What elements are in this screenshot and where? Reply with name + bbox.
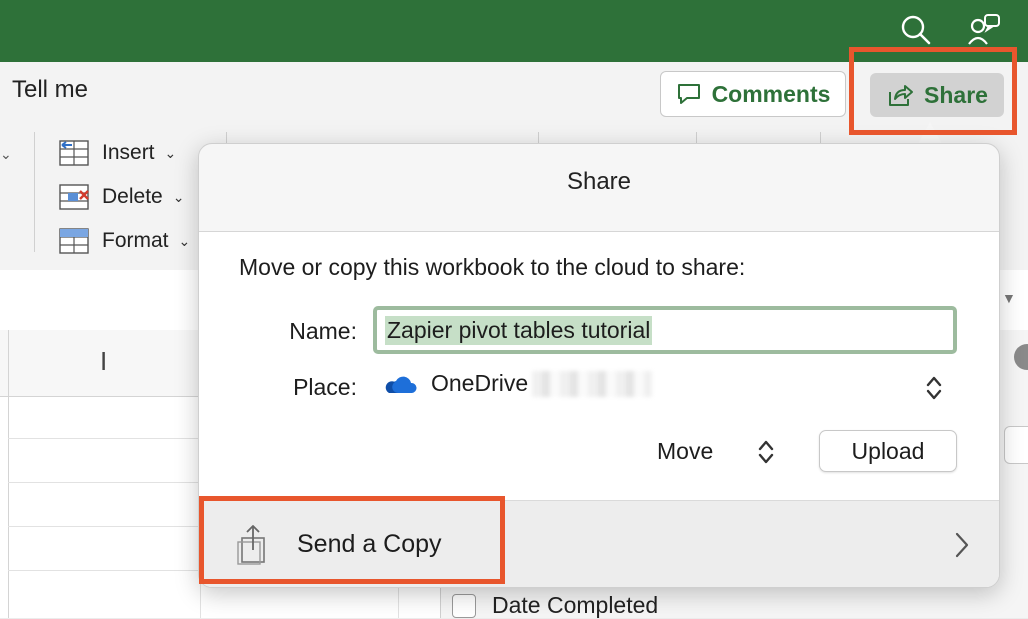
file-name-value: Zapier pivot tables tutorial xyxy=(385,315,653,345)
field-date-completed[interactable]: Date Completed xyxy=(452,592,658,619)
delete-cells-button[interactable]: Delete ⌄ xyxy=(58,180,184,214)
share-highlight-box xyxy=(849,47,1017,135)
format-label: Format xyxy=(102,229,169,252)
name-label: Name: xyxy=(289,318,357,344)
chevron-down-icon[interactable]: ⌄ xyxy=(0,146,12,163)
format-cells-icon xyxy=(59,228,89,254)
insert-cells-button[interactable]: Insert ⌄ xyxy=(58,136,176,170)
date-completed-label: Date Completed xyxy=(492,592,659,618)
tell-me-search[interactable]: Tell me xyxy=(12,76,88,104)
ribbon-divider xyxy=(34,132,35,252)
chevron-down-icon: ⌄ xyxy=(172,188,185,205)
grid-column-line xyxy=(8,330,9,618)
place-select[interactable]: OneDrive xyxy=(385,370,653,397)
send-copy-highlight-box xyxy=(199,496,505,584)
comment-icon xyxy=(677,84,700,104)
popover-title: Share xyxy=(566,168,632,195)
date-completed-checkbox[interactable] xyxy=(452,593,476,618)
upload-button[interactable]: Upload xyxy=(819,430,957,472)
comments-button[interactable]: Comments xyxy=(660,71,846,117)
onedrive-icon xyxy=(385,376,417,393)
pane-search-input[interactable] xyxy=(1004,426,1028,464)
chevron-down-icon: ⌄ xyxy=(164,144,177,161)
redacted-account xyxy=(532,370,653,397)
share-instructions: Move or copy this workbook to the cloud … xyxy=(239,254,746,280)
comments-label: Comments xyxy=(711,80,831,107)
delete-label: Delete xyxy=(102,185,163,208)
delete-cells-icon xyxy=(59,184,89,210)
insert-cells-icon xyxy=(59,140,89,166)
place-value: OneDrive xyxy=(431,370,529,396)
format-cells-button[interactable]: Format ⌄ xyxy=(58,224,190,258)
search-icon[interactable] xyxy=(898,12,934,48)
place-label: Place: xyxy=(293,374,357,400)
move-updown-icon[interactable] xyxy=(757,438,775,466)
column-header-i[interactable]: I xyxy=(100,346,107,377)
file-name-input[interactable]: Zapier pivot tables tutorial xyxy=(373,306,957,354)
expand-formula-icon[interactable]: ▼ xyxy=(1002,290,1016,306)
feedback-person-icon[interactable] xyxy=(966,12,1002,48)
chevron-down-icon: ⌄ xyxy=(178,232,191,249)
chevron-right-icon xyxy=(955,532,969,558)
place-updown-icon[interactable] xyxy=(925,374,943,402)
move-option[interactable]: Move xyxy=(657,438,713,465)
insert-label: Insert xyxy=(102,141,155,164)
